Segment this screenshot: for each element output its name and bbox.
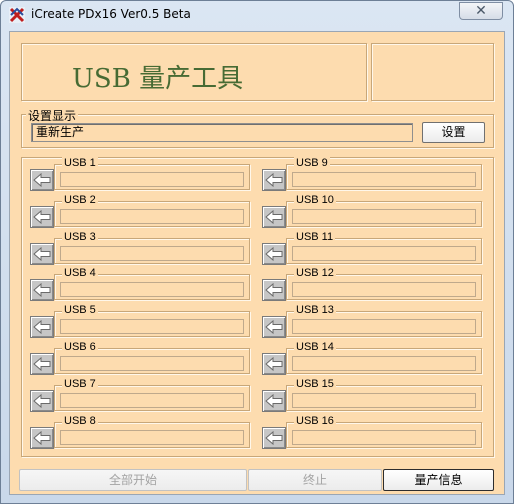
stop-button[interactable]: 终止 [248,469,382,491]
left-arrow-icon[interactable] [30,205,54,228]
usb-slot-label: USB 11 [294,230,336,243]
usb-slot: USB 9 [262,157,484,191]
usb-slot: USB 4 [30,267,252,302]
settings-display-field: 重新生产 [31,123,413,142]
left-arrow-icon[interactable] [262,353,286,375]
usb-slot: USB 8 [30,414,252,449]
usb-slot-progress [292,392,476,408]
usb-slot-progress [60,356,244,371]
app-icon [9,7,25,23]
left-arrow-icon[interactable] [30,316,54,339]
usb-slot-label: USB 14 [294,341,336,353]
usb-slot-progress [60,319,244,335]
window-title: iCreate PDx16 Ver0.5 Beta [31,7,191,21]
header-side-panel [371,43,494,101]
usb-slot-label: USB 15 [294,377,336,390]
usb-slot-progress [292,429,476,445]
usb-slot-progress [60,392,244,408]
left-arrow-icon[interactable] [262,242,286,265]
usb-slot: USB 2 [30,193,252,228]
left-arrow-icon[interactable] [30,279,54,302]
usb-slot-progress [292,208,476,224]
left-arrow-icon[interactable] [262,426,286,449]
close-button[interactable]: ✕ [459,2,503,20]
usb-slot-progress [292,245,476,261]
usb-slot: USB 10 [262,193,484,228]
close-icon: ✕ [475,3,487,19]
usb-slot-progress [292,282,476,298]
usb-slot: USB 14 [262,341,484,375]
usb-slot: USB 3 [30,230,252,265]
client-area: USB 量产工具 设置显示 重新生产 设置 USB 1 USB 2 USB 3 USB… [9,31,505,495]
usb-slot-label: USB 1 [62,157,98,169]
usb-slot-label: USB 16 [294,414,336,427]
left-arrow-icon[interactable] [262,279,286,302]
production-info-button[interactable]: 量产信息 [383,469,494,491]
usb-slot: USB 12 [262,267,484,302]
left-arrow-icon[interactable] [262,389,286,412]
left-arrow-icon[interactable] [262,169,286,191]
usb-slot: USB 1 [30,157,252,191]
left-arrow-icon[interactable] [30,353,54,375]
usb-slot-label: USB 6 [62,341,98,353]
usb-slot: USB 13 [262,304,484,339]
usb-slot-label: USB 7 [62,377,98,390]
app-window: iCreate PDx16 Ver0.5 Beta ✕ USB 量产工具 设置显… [0,0,514,504]
usb-slot: USB 16 [262,414,484,449]
usb-slot-progress [60,429,244,445]
usb-slot-progress [60,208,244,224]
usb-slot-label: USB 5 [62,304,98,317]
usb-slot-label: USB 8 [62,414,98,427]
usb-slot-progress [292,172,476,187]
left-arrow-icon[interactable] [30,389,54,412]
left-arrow-icon[interactable] [30,169,54,191]
usb-slot-label: USB 13 [294,304,336,317]
usb-slot-label: USB 4 [62,267,98,280]
settings-button[interactable]: 设置 [422,122,485,143]
left-arrow-icon[interactable] [262,316,286,339]
usb-slot-label: USB 12 [294,267,336,280]
usb-slot-label: USB 2 [62,193,98,206]
left-arrow-icon[interactable] [30,242,54,265]
header-panel: USB 量产工具 [21,43,367,101]
usb-slot-progress [60,282,244,298]
title-bar[interactable]: iCreate PDx16 Ver0.5 Beta ✕ [1,1,513,29]
usb-slot-progress [292,319,476,335]
app-heading: USB 量产工具 [72,64,244,94]
usb-slot-label: USB 9 [294,157,330,169]
usb-slot-progress [60,245,244,261]
usb-slot: USB 11 [262,230,484,265]
start-all-button[interactable]: 全部开始 [19,469,247,491]
usb-slot: USB 7 [30,377,252,412]
usb-slot: USB 5 [30,304,252,339]
usb-slot: USB 6 [30,341,252,375]
settings-group-label: 设置显示 [26,107,79,124]
usb-slot-label: USB 3 [62,230,98,243]
left-arrow-icon[interactable] [262,205,286,228]
usb-slot-progress [292,356,476,371]
usb-slot: USB 15 [262,377,484,412]
usb-slot-progress [60,172,244,187]
usb-slot-label: USB 10 [294,193,336,206]
left-arrow-icon[interactable] [30,426,54,449]
